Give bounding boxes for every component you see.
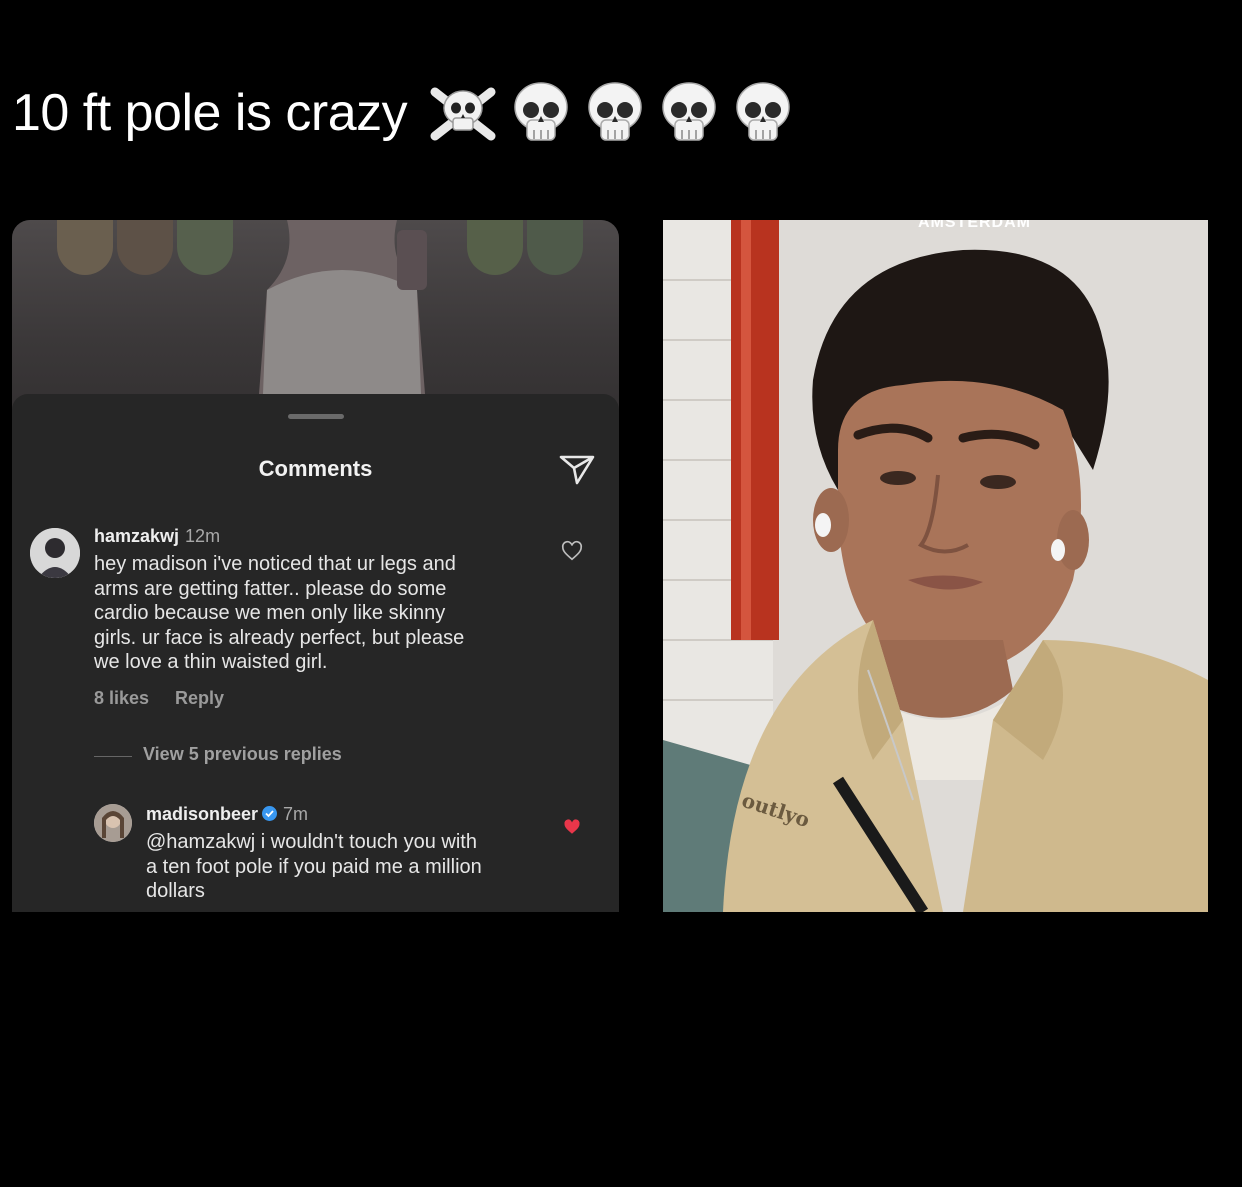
replies-divider: [94, 756, 132, 757]
skateboard-decor: [117, 220, 173, 275]
comments-sheet: Comments hamzakwj 12m hey madison i've no…: [12, 394, 619, 912]
sheet-grabber[interactable]: [288, 414, 344, 419]
skull-icon: [662, 82, 716, 141]
sheet-title: Comments: [258, 456, 373, 481]
reply-time: 7m: [283, 804, 309, 824]
view-replies-button[interactable]: View 5 previous replies: [143, 744, 342, 765]
crossbones-icon: [430, 87, 496, 141]
comment-author[interactable]: hamzakwj 12m: [94, 526, 220, 547]
post-photo-person: [257, 220, 427, 420]
reply-text: @hamzakwj i wouldn't touch you with a te…: [146, 831, 482, 902]
avatar-image: [94, 804, 132, 842]
comment-likes[interactable]: 8 likes: [94, 688, 149, 708]
emoji-row: [425, 80, 797, 146]
post-caption: 10 ft pole is crazy: [12, 80, 797, 146]
like-heart-icon[interactable]: [560, 540, 584, 562]
caption-text: 10 ft pole is crazy: [12, 84, 408, 142]
skateboard-decor: [527, 220, 583, 275]
location-sticker: AMSTERDAM: [918, 220, 1031, 231]
skateboard-decor: [177, 220, 233, 275]
skull-icon: [736, 82, 790, 141]
skateboard-decor: [57, 220, 113, 275]
reply-author[interactable]: madisonbeer 7m: [146, 804, 308, 825]
skull-icon: [588, 82, 642, 141]
avatar[interactable]: [30, 528, 80, 578]
comment-text: hey madison i've noticed that ur legs an…: [94, 553, 465, 673]
skateboard-decor: [467, 220, 523, 275]
send-icon[interactable]: [557, 449, 597, 489]
post-photo-background: [12, 220, 619, 420]
comment-username[interactable]: hamzakwj: [94, 526, 179, 546]
avatar-image: [30, 528, 80, 578]
comment-meta: 8 likes Reply: [94, 688, 250, 709]
selfie-photo: AMSTERDAM outlyo: [663, 220, 1208, 912]
liked-heart-icon[interactable]: [562, 818, 582, 836]
comment-time: 12m: [185, 526, 221, 546]
reply-avatar[interactable]: [94, 804, 132, 842]
reply-button[interactable]: Reply: [175, 688, 224, 708]
comments-screenshot: Comments hamzakwj 12m hey madison i've no…: [12, 220, 619, 912]
skull-icon: [514, 82, 568, 141]
reply-username[interactable]: madisonbeer: [146, 804, 258, 824]
verified-badge-icon: [262, 806, 278, 821]
